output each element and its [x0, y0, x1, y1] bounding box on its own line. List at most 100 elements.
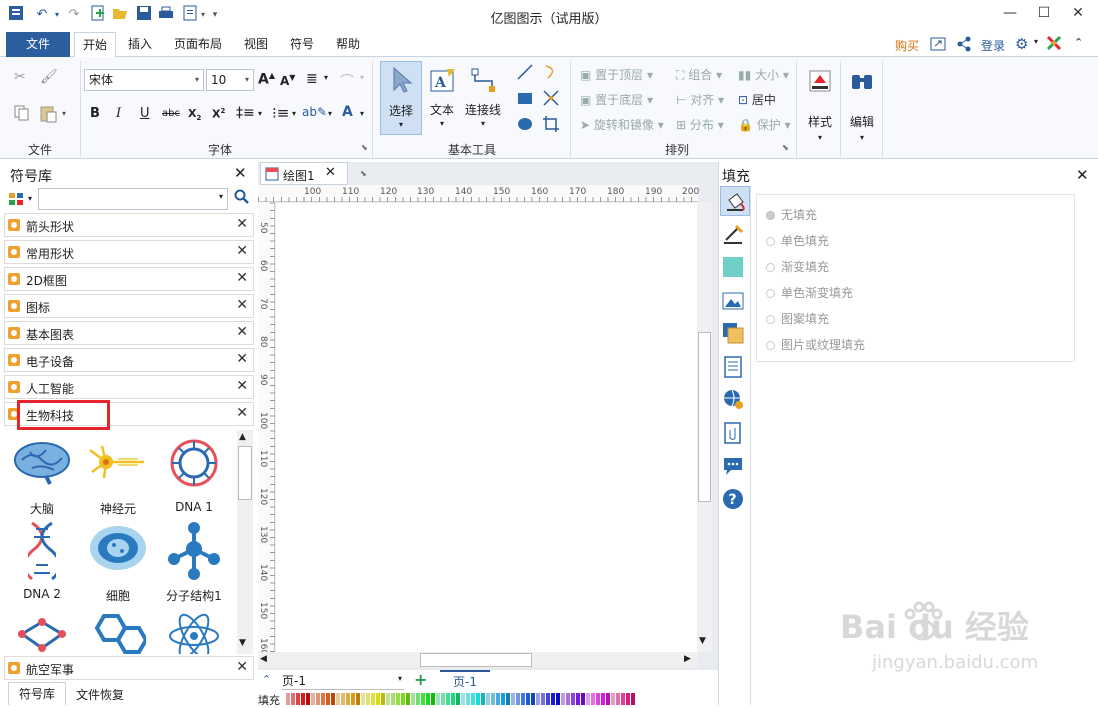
text-tool-dropdown-icon[interactable]: ▾: [424, 119, 460, 128]
attachment-icon[interactable]: [722, 422, 744, 444]
style-dropdown-icon[interactable]: ▾: [800, 133, 840, 142]
rectangle-tool-icon[interactable]: [516, 89, 534, 110]
palette-swatch[interactable]: [311, 693, 315, 705]
palette-swatch[interactable]: [546, 693, 550, 705]
palette-swatch[interactable]: [296, 693, 300, 705]
palette-swatch[interactable]: [411, 693, 415, 705]
tab-symbols[interactable]: 符号: [282, 32, 322, 57]
palette-swatch[interactable]: [541, 693, 545, 705]
fill-panel-close-icon[interactable]: ✕: [1076, 166, 1089, 184]
library-category-2d-block[interactable]: 2D框图 ✕: [4, 267, 254, 291]
select-dropdown-icon[interactable]: ▾: [381, 120, 421, 129]
palette-swatch[interactable]: [621, 693, 625, 705]
palette-swatch[interactable]: [446, 693, 450, 705]
close-document-icon[interactable]: ✕: [325, 165, 336, 180]
palette-swatch[interactable]: [456, 693, 460, 705]
bold-icon[interactable]: B: [90, 106, 100, 121]
library-search-input[interactable]: ▾: [38, 188, 228, 210]
palette-swatch[interactable]: [586, 693, 590, 705]
select-tool-button[interactable]: 选择 ▾: [380, 61, 422, 135]
palette-swatch[interactable]: [491, 693, 495, 705]
data-properties-icon[interactable]: [722, 356, 744, 378]
palette-swatch[interactable]: [366, 693, 370, 705]
palette-swatch[interactable]: [406, 693, 410, 705]
align-text-icon[interactable]: ≣: [306, 71, 318, 87]
palette-swatch[interactable]: [526, 693, 530, 705]
palette-swatch[interactable]: [431, 693, 435, 705]
rotate-mirror-button[interactable]: ➤ 旋转和镜像 ▾: [580, 116, 664, 133]
send-to-back-button[interactable]: ▣ 置于底层 ▾: [580, 91, 653, 108]
library-menu-dropdown-icon[interactable]: ▾: [28, 194, 32, 203]
ellipse-tool-icon[interactable]: [516, 115, 534, 136]
style-button[interactable]: 样式 ▾: [800, 61, 840, 151]
share-icon[interactable]: [956, 36, 972, 55]
grow-font-icon[interactable]: A▲: [258, 71, 275, 88]
line-spacing-dropdown-icon[interactable]: ▾: [258, 109, 262, 118]
shape-dna-2[interactable]: DNA 2: [4, 517, 80, 603]
tab-home[interactable]: 开始: [74, 32, 117, 58]
font-color-dropdown-icon[interactable]: ▾: [360, 109, 364, 118]
distribute-button[interactable]: ⊞ 分布 ▾: [676, 116, 724, 133]
library-close-icon[interactable]: ✕: [234, 164, 247, 182]
text-path-icon[interactable]: ⌒: [340, 71, 354, 91]
italic-icon[interactable]: I: [116, 106, 121, 121]
scroll-down-icon[interactable]: ▼: [239, 638, 246, 648]
palette-swatch[interactable]: [561, 693, 565, 705]
paste-dropdown-icon[interactable]: ▾: [62, 109, 66, 118]
palette-swatch[interactable]: [506, 693, 510, 705]
palette-swatch[interactable]: [551, 693, 555, 705]
scroll-thumb[interactable]: [238, 446, 252, 500]
fill-tab-button[interactable]: [720, 186, 750, 216]
shape-molecule-2[interactable]: [4, 604, 80, 654]
edit-button[interactable]: 编辑 ▾: [842, 61, 882, 151]
line-spacing-icon[interactable]: ‡≡: [236, 105, 255, 121]
palette-swatch[interactable]: [396, 693, 400, 705]
tab-symbol-library[interactable]: 符号库: [8, 682, 66, 705]
palette-swatch[interactable]: [336, 693, 340, 705]
text-path-dropdown-icon[interactable]: ▾: [360, 73, 364, 82]
shape-molecule-1[interactable]: 分子结构1: [156, 517, 232, 603]
font-name-select[interactable]: 宋体 ▾: [84, 69, 204, 91]
palette-swatch[interactable]: [626, 693, 630, 705]
help-icon[interactable]: ?: [722, 488, 744, 510]
remove-category-icon[interactable]: ✕: [236, 378, 248, 394]
connector-tool-button[interactable]: 连接线 ▾: [462, 61, 504, 135]
remove-category-icon[interactable]: ✕: [236, 216, 248, 232]
library-category-arrows[interactable]: 箭头形状 ✕: [4, 213, 254, 237]
palette-swatch[interactable]: [316, 693, 320, 705]
library-category-electronics[interactable]: 电子设备 ✕: [4, 348, 254, 372]
palette-swatch[interactable]: [501, 693, 505, 705]
image-icon[interactable]: [722, 290, 744, 312]
copy-icon[interactable]: [14, 105, 30, 124]
add-page-icon[interactable]: +: [414, 670, 427, 689]
palette-swatch[interactable]: [471, 693, 475, 705]
line-style-icon[interactable]: [722, 224, 744, 246]
fill-option-none[interactable]: 无填充: [766, 206, 817, 223]
tab-file-recovery[interactable]: 文件恢复: [76, 686, 124, 703]
palette-swatch[interactable]: [486, 693, 490, 705]
shape-cell[interactable]: 细胞: [80, 517, 156, 603]
settings-dropdown-icon[interactable]: ▾: [1034, 37, 1038, 46]
palette-swatch[interactable]: [611, 693, 615, 705]
palette-swatch[interactable]: [576, 693, 580, 705]
palette-swatch[interactable]: [326, 693, 330, 705]
palette-swatch[interactable]: [556, 693, 560, 705]
library-category-aviation[interactable]: 航空军事 ✕: [4, 656, 254, 680]
page-nav-up-icon[interactable]: ⌃: [262, 673, 271, 686]
shape-hexagon-molecule[interactable]: [80, 604, 156, 654]
palette-swatch[interactable]: [481, 693, 485, 705]
palette-swatch[interactable]: [531, 693, 535, 705]
settings-gear-icon[interactable]: ⚙: [1015, 35, 1028, 53]
palette-swatch[interactable]: [301, 693, 305, 705]
tab-view[interactable]: 视图: [236, 32, 276, 57]
palette-swatch[interactable]: [361, 693, 365, 705]
scroll-up-icon[interactable]: ▲: [239, 432, 246, 442]
remove-category-icon[interactable]: ✕: [236, 270, 248, 286]
library-category-basic-charts[interactable]: 基本图表 ✕: [4, 321, 254, 345]
canvas-vertical-scrollbar[interactable]: ▼: [697, 202, 712, 652]
palette-swatch[interactable]: [401, 693, 405, 705]
palette-swatch[interactable]: [606, 693, 610, 705]
bullet-list-icon[interactable]: ⁝≡: [272, 104, 289, 122]
bullet-dropdown-icon[interactable]: ▾: [292, 109, 296, 118]
library-category-icons[interactable]: 图标 ✕: [4, 294, 254, 318]
